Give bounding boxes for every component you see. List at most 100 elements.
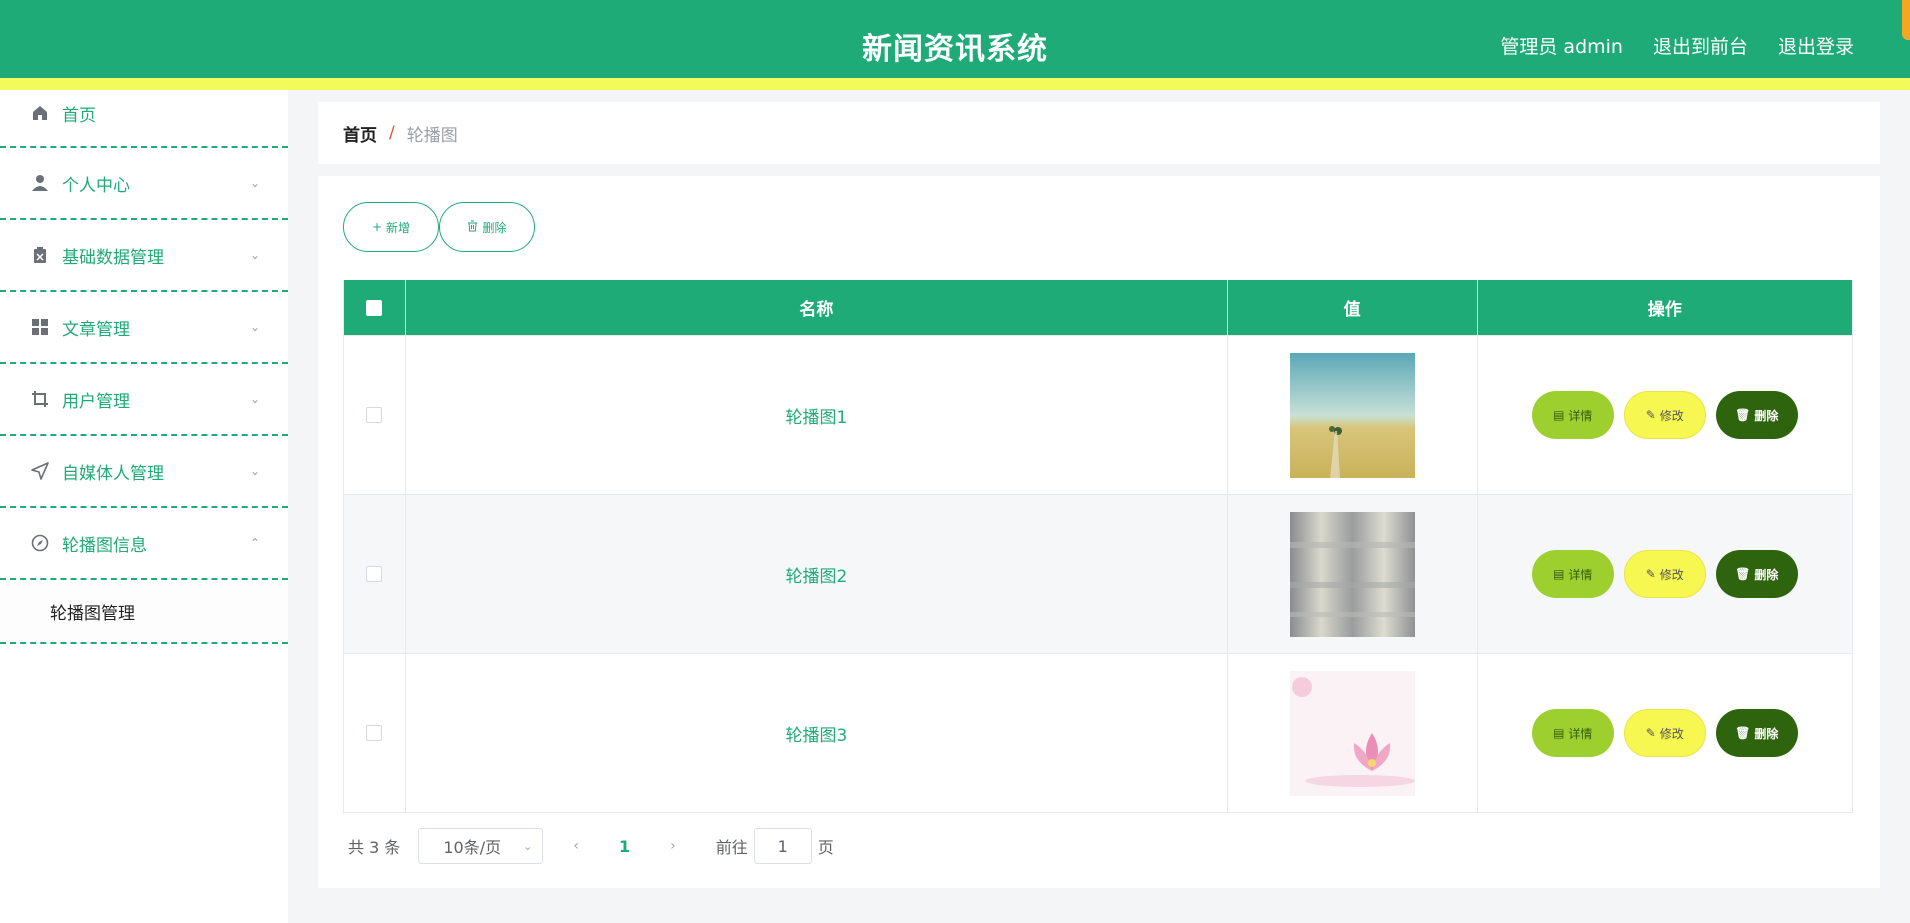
breadcrumb: 首页 / 轮播图 [318,102,1880,164]
carousel-thumbnail[interactable] [1289,352,1415,478]
edit-button[interactable]: ✎ 修改 [1623,550,1706,598]
row-delete-button[interactable]: 🗑 删除 [1715,391,1798,439]
sidebar-item-media[interactable]: 自媒体人管理 ⌄ [0,436,288,508]
breadcrumb-separator: / [389,123,395,143]
pagination: 共 3 条 10条/页 ⌄ ‹ 1 › 前往 页 [348,828,834,864]
row-checkbox[interactable] [366,407,383,423]
sidebar-item-basic-data[interactable]: 基础数据管理 ⌄ [0,220,288,292]
header-nav: 管理员 admin 退出到前台 退出登录 [1500,32,1854,59]
chevron-down-icon: ⌄ [249,392,260,406]
trash-icon: 🗑 [1735,567,1751,581]
delete-label: 删除 [1754,567,1779,582]
row-check-cell [344,495,406,653]
sidebar-item-articles[interactable]: 文章管理 ⌄ [0,292,288,364]
document-icon: ▤ [1553,726,1565,740]
logout-link[interactable]: 退出登录 [1778,32,1854,59]
carousel-thumbnail[interactable] [1289,511,1415,637]
edit-button[interactable]: ✎ 修改 [1623,391,1706,439]
sidebar-item-users[interactable]: 用户管理 ⌄ [0,364,288,436]
row-value [1228,495,1478,653]
sidebar: 首页 个人中心 ⌄ 基础数据管理 ⌄ 文章管理 ⌄ 用户管理 ⌄ 自媒体人管理 … [0,90,288,923]
breadcrumb-home[interactable]: 首页 [343,121,377,146]
pencil-icon: ✎ [1645,567,1656,581]
page-number[interactable]: 1 [619,837,630,856]
goto-page-input[interactable] [753,828,812,864]
row-value [1228,336,1478,494]
sidebar-item-label: 自媒体人管理 [62,463,164,484]
edit-label: 修改 [1659,726,1684,741]
row-name: 轮播图2 [406,495,1228,653]
table-row: 轮播图2 ▤ 详情 ✎ 修改 🗑 删除 [344,494,1852,653]
delete-button-label: 删除 [482,220,507,235]
table-row: 轮播图1 ▤ 详情 ✎ 修改 🗑 删除 [344,335,1852,494]
sidebar-item-carousel[interactable]: 轮播图信息 ⌃ [0,508,288,580]
header-actions: 操作 [1647,300,1682,320]
row-name: 轮播图1 [406,336,1228,494]
detail-label: 详情 [1568,408,1593,423]
prev-page-icon[interactable]: ‹ [573,838,579,854]
carousel-thumbnail[interactable] [1289,670,1415,796]
crop-icon [30,389,50,409]
add-button[interactable]: + 新增 [343,202,439,252]
row-checkbox[interactable] [366,725,383,741]
send-icon [30,461,50,481]
compass-icon [30,533,50,553]
edit-button[interactable]: ✎ 修改 [1623,709,1706,757]
corner-accent [1902,0,1910,40]
sidebar-subitem-carousel-manage[interactable]: 轮播图管理 [0,580,288,644]
exit-to-front-link[interactable]: 退出到前台 [1653,32,1748,59]
chevron-down-icon: ⌄ [249,248,260,262]
row-name: 轮播图3 [406,654,1228,812]
top-header: 新闻资讯系统 管理员 admin 退出到前台 退出登录 [0,0,1910,90]
header-name: 名称 [406,280,1228,335]
delete-label: 删除 [1754,726,1779,741]
delete-label: 删除 [1754,408,1779,423]
detail-label: 详情 [1568,567,1593,582]
row-actions: ▤ 详情 ✎ 修改 🗑 删除 [1478,654,1853,812]
table-row: 轮播图3 ▤ 详情 ✎ 修改 🗑 删除 [344,653,1852,812]
admin-label[interactable]: 管理员 admin [1500,32,1623,59]
home-icon [30,103,50,123]
trash-icon [467,220,478,235]
row-value [1228,654,1478,812]
delete-button[interactable]: 删除 [439,202,535,252]
edit-label: 修改 [1659,567,1684,582]
select-all-checkbox[interactable] [366,299,383,316]
page-size-select[interactable]: 10条/页 ⌄ [418,828,544,864]
sidebar-item-label: 文章管理 [62,319,130,340]
breadcrumb-current: 轮播图 [406,125,458,146]
row-actions: ▤ 详情 ✎ 修改 🗑 删除 [1478,336,1853,494]
row-checkbox[interactable] [366,566,383,582]
chevron-down-icon: ⌄ [249,176,260,190]
document-icon: ▤ [1553,408,1565,422]
detail-button[interactable]: ▤ 详情 [1531,391,1614,439]
table-header: 名称 值 操作 [344,280,1852,335]
chevron-down-icon: ⌄ [249,464,260,478]
sidebar-item-profile[interactable]: 个人中心 ⌄ [0,148,288,220]
pencil-icon: ✎ [1645,408,1656,422]
sidebar-item-home[interactable]: 首页 [0,80,288,148]
pencil-icon: ✎ [1645,726,1656,740]
document-icon: ▤ [1553,567,1565,581]
add-button-label: 新增 [386,220,411,235]
chevron-up-icon: ⌃ [249,536,260,550]
edit-label: 修改 [1659,408,1684,423]
trash-icon: 🗑 [1735,408,1751,422]
sidebar-item-label: 基础数据管理 [62,247,164,268]
header-check-cell [344,280,406,335]
chevron-down-icon: ⌄ [249,320,260,334]
row-delete-button[interactable]: 🗑 删除 [1715,550,1798,598]
plus-icon: + [371,220,383,234]
toolbar: + 新增 删除 [343,202,535,252]
clipboard-icon [30,245,50,265]
next-page-icon[interactable]: › [670,838,676,854]
sidebar-item-label: 首页 [62,105,96,126]
goto-label: 前往 [715,838,748,857]
row-check-cell [344,336,406,494]
detail-button[interactable]: ▤ 详情 [1531,709,1614,757]
data-table: 名称 值 操作 轮播图1 ▤ 详情 ✎ 修改 🗑 删除 轮播图2 ▤ 详情 ✎ … [343,280,1853,813]
pager-total: 共 3 条 [348,838,401,857]
detail-button[interactable]: ▤ 详情 [1531,550,1614,598]
row-delete-button[interactable]: 🗑 删除 [1715,709,1798,757]
trash-icon: 🗑 [1735,726,1751,740]
